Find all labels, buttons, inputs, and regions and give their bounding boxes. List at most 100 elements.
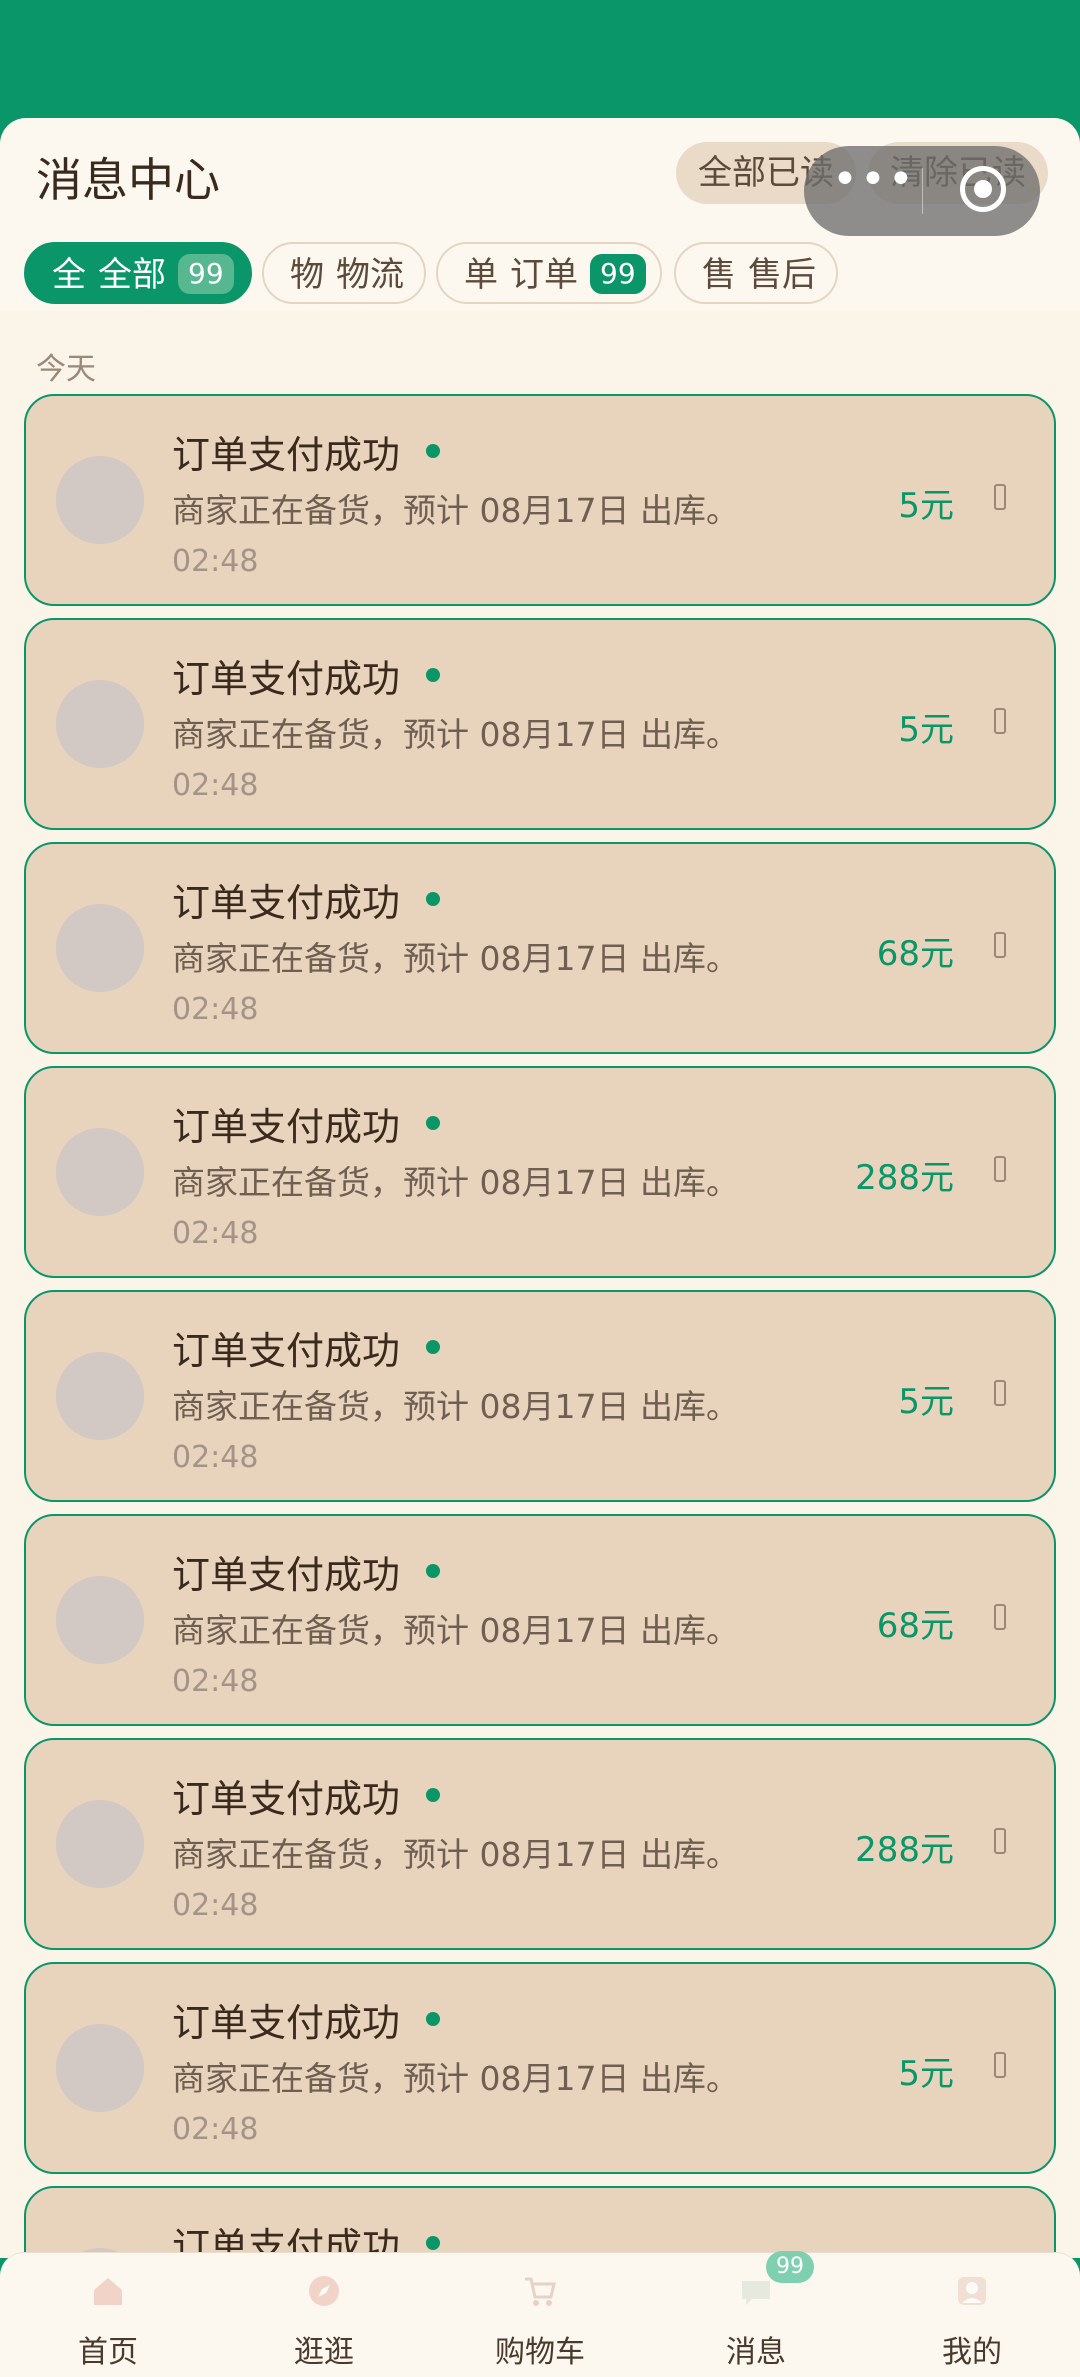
message-card[interactable]: 订单支付成功 商家正在备货，预计 08月17日 出库。 02:48 68元: [24, 842, 1056, 1054]
message-amount: 68元: [876, 1606, 954, 1646]
tab-after-sales[interactable]: 售售后: [674, 242, 838, 304]
tab-prefix: 售: [702, 255, 736, 295]
tab-count-badge: 99: [178, 253, 234, 294]
message-desc: 商家正在备货，预计 08月17日 出库。: [172, 939, 739, 978]
avatar: [56, 680, 144, 768]
unread-dot: [426, 1116, 440, 1130]
tabbar-label: 首页: [78, 2335, 138, 2370]
message-desc: 商家正在备货，预计 08月17日 出库。: [172, 1611, 739, 1650]
avatar: [56, 456, 144, 544]
user-icon: [958, 2277, 986, 2305]
avatar: [56, 2024, 144, 2112]
message-time: 02:48: [172, 1664, 259, 1699]
unread-dot: [426, 892, 440, 906]
message-time: 02:48: [172, 2112, 259, 2147]
unread-dot: [426, 444, 440, 458]
message-amount: 5元: [898, 2054, 954, 2094]
message-card[interactable]: 订单支付成功 商家正在备货，预计 08月17日 出库。 02:48 5元: [24, 1290, 1056, 1502]
message-title: 订单支付成功: [172, 1777, 401, 1821]
message-title: 订单支付成功: [172, 1329, 401, 1373]
cart-icon: [525, 2277, 556, 2306]
chevron-right-icon: [994, 1380, 1006, 1406]
message-card[interactable]: 订单支付成功 商家正在备货，预计 08月17日 出库。 02:48 5元: [24, 394, 1056, 606]
status-bar-area: [0, 0, 1080, 120]
message-desc: 商家正在备货，预计 08月17日 出库。: [172, 1163, 739, 1202]
avatar: [56, 1352, 144, 1440]
message-amount: 288元: [855, 1830, 954, 1870]
unread-dot: [426, 2012, 440, 2026]
tab-label: 物流: [336, 255, 404, 295]
mini-program-capsule: •••: [804, 146, 1040, 236]
capsule-divider: [922, 168, 923, 214]
tabbar-badge: 99: [766, 2251, 814, 2283]
page-title: 消息中心: [36, 153, 220, 207]
message-amount: 68元: [876, 934, 954, 974]
message-desc: 商家正在备货，预计 08月17日 出库。: [172, 491, 739, 530]
chat-icon: [742, 2281, 770, 2305]
message-time: 02:48: [172, 768, 259, 803]
message-card[interactable]: 订单支付成功 商家正在备货，预计 08月17日 出库。 02:48 288元: [24, 1066, 1056, 1278]
message-time: 02:48: [172, 992, 259, 1027]
message-title: 订单支付成功: [172, 2001, 401, 2045]
tabbar-label: 购物车: [495, 2335, 585, 2370]
chevron-right-icon: [994, 1604, 1006, 1630]
message-title: 订单支付成功: [172, 881, 401, 925]
message-card[interactable]: 订单支付成功 商家正在备货，预计 08月17日 出库。 02:48 5元: [24, 1962, 1056, 2174]
chevron-right-icon: [994, 932, 1006, 958]
tabbar-item-home[interactable]: 首页: [0, 2253, 216, 2377]
unread-dot: [426, 1564, 440, 1578]
tab-prefix: 单: [464, 255, 498, 295]
message-card[interactable]: 订单支付成功: [24, 2186, 1056, 2258]
tab-label: 订单: [510, 255, 578, 295]
message-time: 02:48: [172, 1216, 259, 1251]
unread-dot: [426, 1340, 440, 1354]
message-time: 02:48: [172, 1440, 259, 1475]
unread-dot: [426, 2236, 440, 2250]
section-label-today: 今天: [36, 352, 96, 387]
tab-label: 全部: [98, 255, 166, 295]
unread-dot: [426, 668, 440, 682]
tabbar-item-explore[interactable]: 逛逛: [216, 2253, 432, 2377]
chevron-right-icon: [994, 1156, 1006, 1182]
message-title: 订单支付成功: [172, 1553, 401, 1597]
tab-logistics[interactable]: 物物流: [262, 242, 426, 304]
message-title: 订单支付成功: [172, 1105, 401, 1149]
avatar: [56, 1800, 144, 1888]
chevron-right-icon: [994, 1828, 1006, 1854]
tabbar-label: 消息: [726, 2335, 786, 2370]
tab-orders[interactable]: 单订单 99: [436, 242, 662, 304]
message-amount: 5元: [898, 710, 954, 750]
compass-icon: [309, 2276, 339, 2306]
message-time: 02:48: [172, 1888, 259, 1923]
message-time: 02:48: [172, 544, 259, 579]
avatar: [56, 1128, 144, 1216]
tabbar-item-cart[interactable]: 购物车: [432, 2253, 648, 2377]
close-target-icon[interactable]: [960, 166, 1006, 212]
tab-all[interactable]: 全全部 99: [24, 242, 252, 304]
tabbar-label: 逛逛: [294, 2335, 354, 2370]
message-center-sheet: 消息中心 全部已读 清除已读 全全部99 物物流 单订单99 售售后 今天 订单…: [0, 118, 1080, 2258]
message-desc: 商家正在备货，预计 08月17日 出库。: [172, 1387, 739, 1426]
unread-dot: [426, 1788, 440, 1802]
tabbar-item-profile[interactable]: 我的: [864, 2253, 1080, 2377]
message-title: 订单支付成功: [172, 657, 401, 701]
chevron-right-icon: [994, 2052, 1006, 2078]
avatar: [56, 1576, 144, 1664]
message-desc: 商家正在备货，预计 08月17日 出库。: [172, 715, 739, 754]
message-amount: 5元: [898, 486, 954, 526]
avatar: [56, 904, 144, 992]
bottom-tab-bar: 首页 逛逛 购物车 99 消息 我的: [0, 2251, 1080, 2377]
tab-label: 售后: [748, 255, 816, 295]
tab-prefix: 全: [52, 255, 86, 295]
message-amount: 5元: [898, 1382, 954, 1422]
message-card[interactable]: 订单支付成功 商家正在备货，预计 08月17日 出库。 02:48 68元: [24, 1514, 1056, 1726]
more-icon[interactable]: •••: [832, 154, 916, 205]
message-card[interactable]: 订单支付成功 商家正在备货，预计 08月17日 出库。 02:48 5元: [24, 618, 1056, 830]
chevron-right-icon: [994, 708, 1006, 734]
message-amount: 288元: [855, 1158, 954, 1198]
message-desc: 商家正在备货，预计 08月17日 出库。: [172, 1835, 739, 1874]
tabbar-item-messages[interactable]: 99 消息: [648, 2251, 864, 2377]
tab-prefix: 物: [290, 255, 324, 295]
message-card[interactable]: 订单支付成功 商家正在备货，预计 08月17日 出库。 02:48 288元: [24, 1738, 1056, 1950]
home-icon: [94, 2278, 122, 2305]
